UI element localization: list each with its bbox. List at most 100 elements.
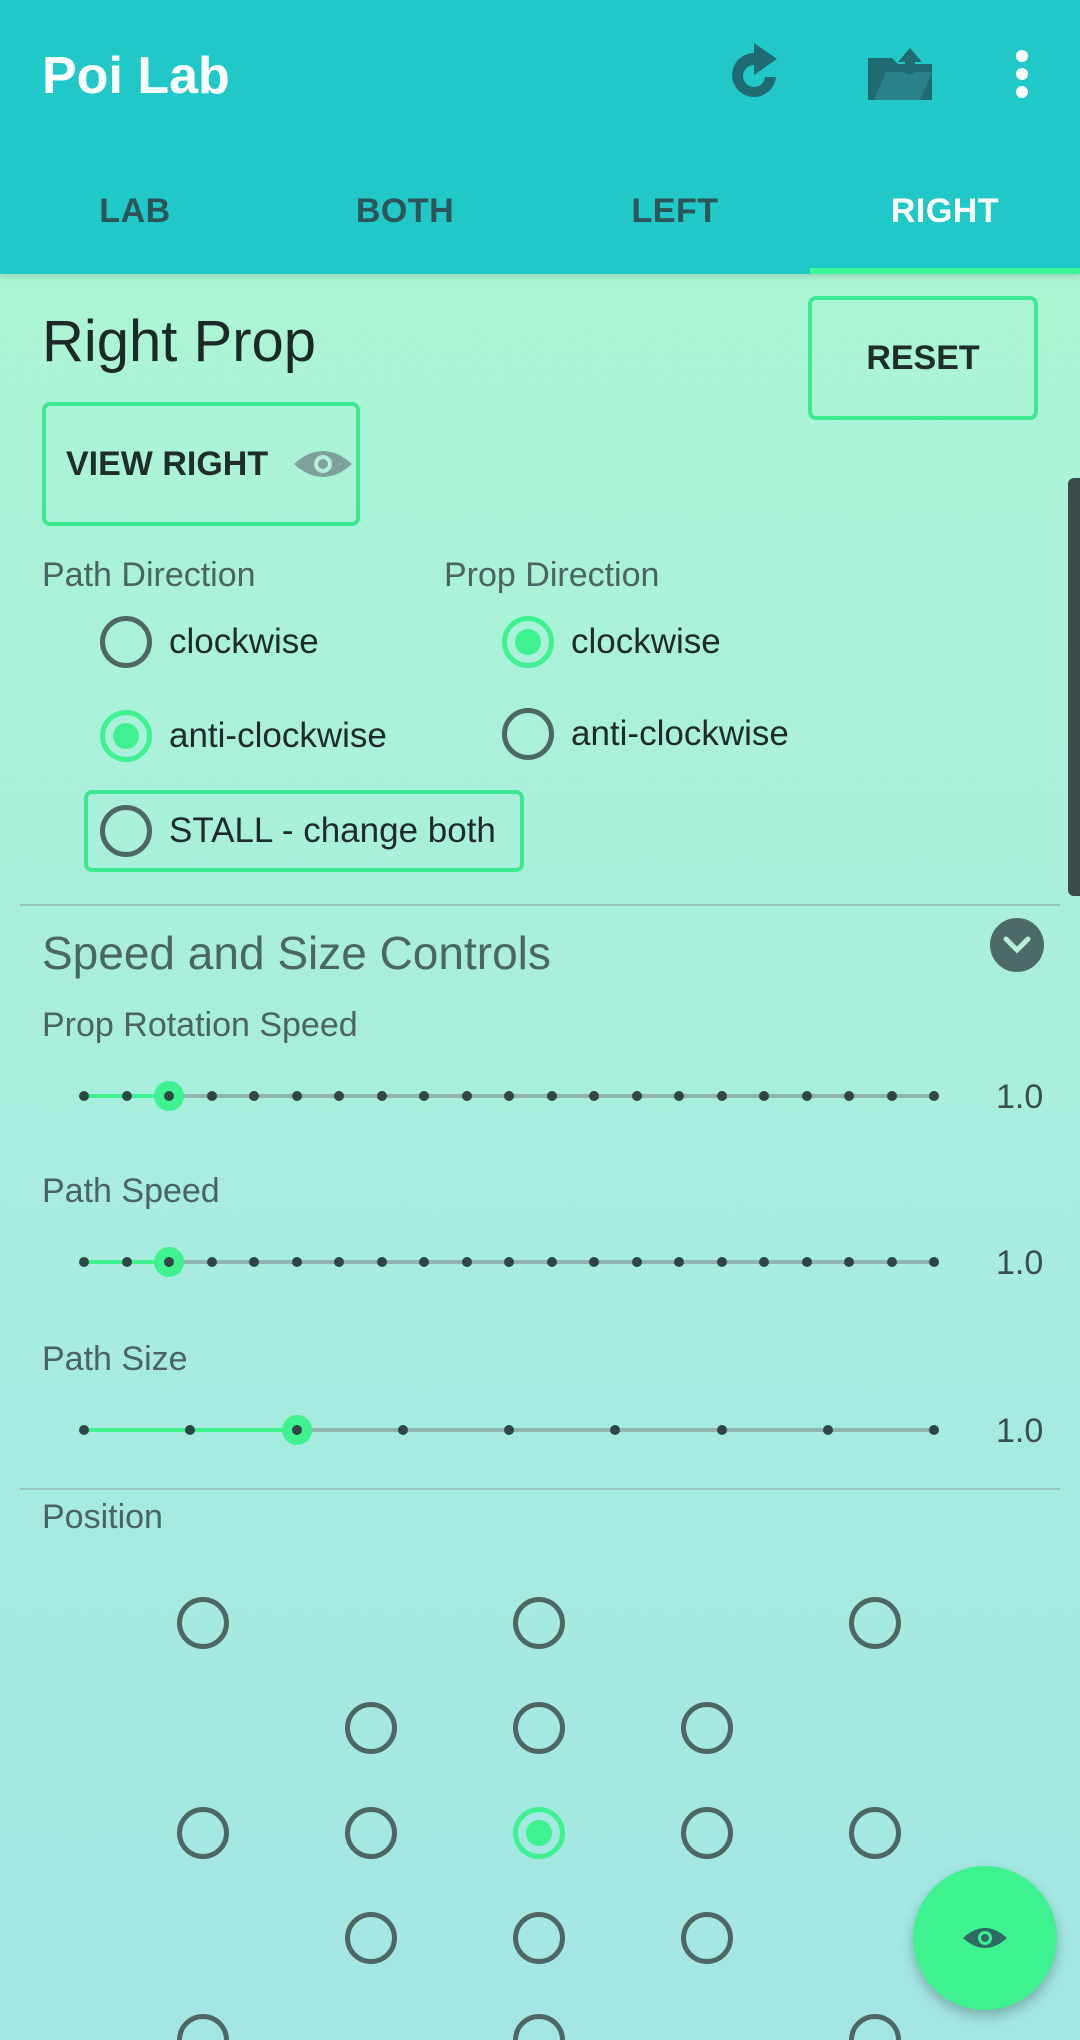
eye-icon xyxy=(292,446,354,482)
slider-tick xyxy=(121,1091,132,1101)
path-anticlockwise-radio[interactable]: anti-clockwise xyxy=(100,710,387,762)
slider-tick xyxy=(844,1091,854,1101)
slider-tick xyxy=(929,1425,939,1435)
slider-tick xyxy=(759,1091,769,1101)
tab-both[interactable]: BOTH xyxy=(270,148,540,274)
slider-tick xyxy=(334,1091,344,1101)
radio-label: anti-clockwise xyxy=(169,716,387,755)
slider-tick xyxy=(185,1425,196,1435)
slider-tick xyxy=(291,1257,302,1267)
slider-tick xyxy=(610,1425,621,1435)
slider-tick xyxy=(397,1425,408,1435)
slider-tick xyxy=(631,1257,642,1267)
position-lower-right[interactable] xyxy=(681,1912,733,1964)
app-bar: Poi Lab xyxy=(0,0,1080,148)
slider-tick xyxy=(929,1257,939,1267)
slider-tick xyxy=(79,1425,89,1435)
radio-icon-checked[interactable] xyxy=(100,710,152,762)
tab-lab[interactable]: LAB xyxy=(0,148,270,274)
path-size-slider[interactable] xyxy=(79,1415,939,1445)
path-size-label: Path Size xyxy=(42,1340,188,1378)
position-middle-far-left[interactable] xyxy=(177,1807,229,1859)
position-lower-left[interactable] xyxy=(345,1912,397,1964)
prop-direction-label: Prop Direction xyxy=(444,556,660,594)
slider-tick xyxy=(121,1257,132,1267)
reset-button[interactable]: RESET xyxy=(808,296,1038,420)
prop-anticlockwise-radio[interactable]: anti-clockwise xyxy=(502,708,789,760)
divider xyxy=(20,1488,1060,1490)
slider-tick xyxy=(206,1257,217,1267)
position-middle-far-right[interactable] xyxy=(849,1807,901,1859)
position-upper-center[interactable] xyxy=(513,1702,565,1754)
slider-tick xyxy=(886,1091,897,1101)
radio-icon[interactable] xyxy=(502,708,554,760)
view-right-button[interactable]: VIEW RIGHT xyxy=(42,402,360,526)
slider-tick xyxy=(716,1091,727,1101)
slider-tick xyxy=(419,1091,429,1101)
folder-upload-icon[interactable] xyxy=(864,38,936,110)
slider-tick xyxy=(461,1257,472,1267)
slider-tick xyxy=(376,1091,387,1101)
position-top-center[interactable] xyxy=(513,1597,565,1649)
slider-tick xyxy=(631,1091,642,1101)
slider-tick xyxy=(504,1091,514,1101)
tab-indicator xyxy=(810,268,1080,274)
slider-tick xyxy=(716,1425,727,1435)
prop-rotation-speed-slider[interactable] xyxy=(79,1081,939,1111)
slider-thumb[interactable] xyxy=(154,1247,184,1277)
path-size-value: 1.0 xyxy=(996,1412,1044,1450)
slider-tick xyxy=(759,1257,769,1267)
chevron-down-icon[interactable] xyxy=(990,918,1044,972)
slider-tick xyxy=(79,1091,89,1101)
scrollbar[interactable] xyxy=(1068,478,1080,896)
position-bottom-center[interactable] xyxy=(513,2014,565,2040)
radio-label: clockwise xyxy=(169,622,319,661)
slider-tick xyxy=(504,1425,514,1435)
slider-tick xyxy=(79,1257,89,1267)
slider-tick xyxy=(801,1091,812,1101)
slider-tick xyxy=(249,1091,259,1101)
position-middle-left[interactable] xyxy=(345,1807,397,1859)
position-top-right[interactable] xyxy=(849,1597,901,1649)
position-label: Position xyxy=(42,1498,163,1536)
more-vert-icon[interactable] xyxy=(986,38,1058,110)
position-upper-right[interactable] xyxy=(681,1702,733,1754)
slider-thumb[interactable] xyxy=(281,1415,312,1445)
position-middle-right[interactable] xyxy=(681,1807,733,1859)
app-title: Poi Lab xyxy=(42,47,230,105)
stall-radio[interactable]: STALL - change both xyxy=(100,805,496,857)
slider-tick xyxy=(419,1257,429,1267)
position-top-left[interactable] xyxy=(177,1597,229,1649)
slider-thumb[interactable] xyxy=(154,1081,184,1111)
view-right-label: VIEW RIGHT xyxy=(66,444,269,483)
slider-tick xyxy=(291,1091,302,1101)
radio-icon-checked[interactable] xyxy=(502,616,554,668)
position-bottom-right[interactable] xyxy=(849,2014,901,2040)
slider-tick xyxy=(206,1091,217,1101)
redo-icon[interactable] xyxy=(718,38,790,110)
slider-tick xyxy=(822,1425,833,1435)
slider-tick xyxy=(674,1257,684,1267)
position-upper-left[interactable] xyxy=(345,1702,397,1754)
position-lower-center[interactable] xyxy=(513,1912,565,1964)
tab-left[interactable]: LEFT xyxy=(540,148,810,274)
path-speed-slider[interactable] xyxy=(79,1247,939,1277)
radio-icon[interactable] xyxy=(100,805,152,857)
path-clockwise-radio[interactable]: clockwise xyxy=(100,616,319,668)
divider xyxy=(20,904,1060,906)
radio-label: STALL - change both xyxy=(169,811,496,850)
slider-tick xyxy=(376,1257,387,1267)
slider-tick xyxy=(674,1091,684,1101)
view-fab-button[interactable] xyxy=(913,1866,1057,2010)
position-bottom-left[interactable] xyxy=(177,2014,229,2040)
slider-tick xyxy=(589,1257,599,1267)
position-center[interactable] xyxy=(513,1807,565,1859)
path-speed-value: 1.0 xyxy=(996,1244,1044,1282)
radio-icon[interactable] xyxy=(100,616,152,668)
page-title: Right Prop xyxy=(42,309,317,374)
path-speed-label: Path Speed xyxy=(42,1172,220,1210)
tab-bar: LAB BOTH LEFT RIGHT xyxy=(0,148,1080,274)
slider-tick xyxy=(801,1257,812,1267)
tab-right[interactable]: RIGHT xyxy=(810,148,1080,274)
prop-clockwise-radio[interactable]: clockwise xyxy=(502,616,721,668)
